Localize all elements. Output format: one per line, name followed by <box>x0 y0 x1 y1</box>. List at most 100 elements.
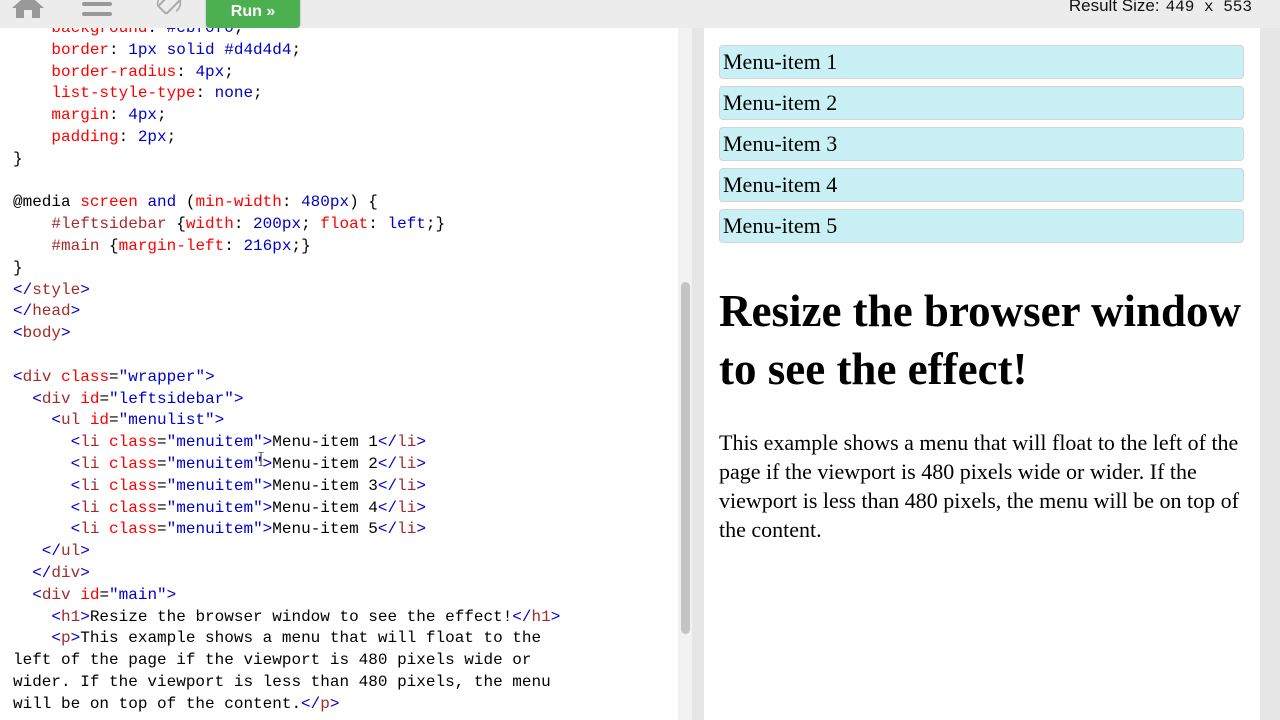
code-token: li <box>80 520 100 539</box>
code-line[interactable] <box>13 345 692 367</box>
run-button[interactable]: Run » <box>206 0 300 28</box>
code-token: > <box>262 433 273 452</box>
rotate-screen-icon[interactable] <box>152 0 186 16</box>
menu-item[interactable]: Menu-item 5 <box>719 209 1244 243</box>
code-token: background <box>13 28 148 37</box>
code-token: div <box>41 389 71 408</box>
code-token: : <box>109 40 129 59</box>
code-token: > <box>416 520 426 539</box>
result-heading: Resize the browser window to see the eff… <box>719 286 1242 394</box>
code-token: ul <box>61 542 81 561</box>
code-token: id <box>80 389 100 408</box>
code-token: "leftsidebar" <box>109 389 234 408</box>
code-token: </ <box>377 476 398 495</box>
code-line[interactable]: <h1>Resize the browser window to see the… <box>13 607 692 629</box>
menu-item[interactable]: Menu-item 2 <box>719 86 1244 120</box>
code-line[interactable]: #main {margin-left: 216px;} <box>13 236 692 258</box>
code-token: left of the page if the viewport is 480 … <box>13 651 532 670</box>
code-line[interactable]: padding: 2px; <box>13 127 692 149</box>
code-line[interactable]: </head> <box>13 301 692 323</box>
code-token: class <box>61 367 110 386</box>
code-line[interactable]: border-radius: 4px; <box>13 62 692 84</box>
code-token: id <box>89 411 110 430</box>
menu-icon[interactable] <box>82 0 112 24</box>
code-token: > <box>70 302 81 321</box>
code-line[interactable]: <p>This example shows a menu that will f… <box>13 628 692 650</box>
code-token: 1px solid #d4d4d4 <box>128 40 292 59</box>
code-token: > <box>416 454 426 473</box>
code-token: ; <box>291 40 302 59</box>
code-token: body <box>22 324 62 343</box>
code-token: "menuitem" <box>166 433 263 452</box>
code-line[interactable]: </style> <box>13 280 692 302</box>
code-token: > <box>80 542 90 561</box>
menu-item[interactable]: Menu-item 1 <box>719 45 1244 79</box>
code-line[interactable]: background: #cbf0f0; <box>13 28 692 40</box>
code-line[interactable]: <li class="menuitem">Menu-item 2</li> <box>13 454 692 476</box>
code-token: = <box>157 520 167 539</box>
result-panel: Menu-item 1 Menu-item 2 Menu-item 3 Menu… <box>704 28 1260 720</box>
code-token: @media <box>13 193 81 212</box>
code-line[interactable]: <li class="menuitem">Menu-item 5</li> <box>13 519 692 541</box>
code-token: </ <box>377 454 398 473</box>
code-line[interactable]: #leftsidebar {width: 200px; float: left;… <box>13 214 692 236</box>
code-token: < <box>13 520 81 539</box>
code-line[interactable]: <div id="leftsidebar"> <box>13 389 692 411</box>
code-token: : <box>147 28 167 37</box>
code-line[interactable]: border: 1px solid #d4d4d4; <box>13 40 692 62</box>
menu-item[interactable]: Menu-item 3 <box>719 127 1244 161</box>
code-line[interactable]: <div id="main"> <box>13 585 692 607</box>
code-line[interactable]: left of the page if the viewport is 480 … <box>13 650 692 672</box>
code-token: < <box>13 454 81 473</box>
code-token: } <box>13 149 23 168</box>
code-line[interactable]: } <box>13 258 692 280</box>
code-token: class <box>109 520 158 539</box>
home-icon[interactable] <box>12 0 44 18</box>
code-token: p <box>61 629 71 648</box>
code-token: "menuitem" <box>166 498 263 517</box>
code-token: > <box>416 433 426 452</box>
code-token: </ <box>13 280 33 299</box>
code-line[interactable]: </ul> <box>13 541 692 563</box>
code-line[interactable]: wider. If the viewport is less than 480 … <box>13 672 692 694</box>
code-line[interactable]: <div class="wrapper"> <box>13 367 692 389</box>
code-token: #leftsidebar <box>13 215 167 234</box>
menu-item[interactable]: Menu-item 4 <box>719 168 1244 202</box>
code-line[interactable]: margin: 4px; <box>13 105 692 127</box>
code-editor[interactable]: background: #cbf0f0; border: 1px solid #… <box>0 28 692 720</box>
code-token: > <box>329 694 340 713</box>
code-line[interactable]: @media screen and (min-width: 480px) { <box>13 192 692 214</box>
code-token: Menu-item 1 <box>272 433 378 452</box>
code-token: > <box>61 324 71 343</box>
code-line[interactable]: } <box>13 149 692 171</box>
code-line[interactable]: <li class="menuitem">Menu-item 4</li> <box>13 498 692 520</box>
code-token: : <box>118 127 138 146</box>
editor-scrollbar-thumb[interactable] <box>681 282 690 634</box>
result-size-label: Result Size: <box>1068 0 1160 15</box>
code-token: class <box>109 433 158 452</box>
code-token: } <box>13 258 23 277</box>
code-line[interactable] <box>13 171 692 193</box>
code-token: </ <box>512 607 532 626</box>
code-token: head <box>32 302 71 321</box>
code-line[interactable]: <li class="menuitem">Menu-item 1</li> <box>13 432 692 454</box>
code-token: > <box>80 280 90 299</box>
code-line[interactable]: <body> <box>13 323 692 345</box>
code-token: h1 <box>531 607 551 626</box>
code-line[interactable]: <li class="menuitem">Menu-item 3</li> <box>13 476 692 498</box>
code-token: 4px <box>195 62 225 81</box>
code-token: { <box>166 215 186 234</box>
code-token: > <box>205 367 215 386</box>
code-token: and <box>147 193 177 212</box>
code-line[interactable]: list-style-type: none; <box>13 83 692 105</box>
code-token: ;} <box>291 236 311 255</box>
code-line[interactable]: will be on top of the content.</p> <box>13 694 692 716</box>
code-token: border-radius <box>13 62 177 81</box>
code-line[interactable]: </div> <box>13 563 692 585</box>
code-line[interactable]: <ul id="menulist"> <box>13 410 692 432</box>
code-token: ; <box>253 84 263 103</box>
code-token: > <box>262 520 273 539</box>
code-text[interactable]: background: #cbf0f0; border: 1px solid #… <box>13 28 692 716</box>
code-token: : <box>109 106 129 125</box>
